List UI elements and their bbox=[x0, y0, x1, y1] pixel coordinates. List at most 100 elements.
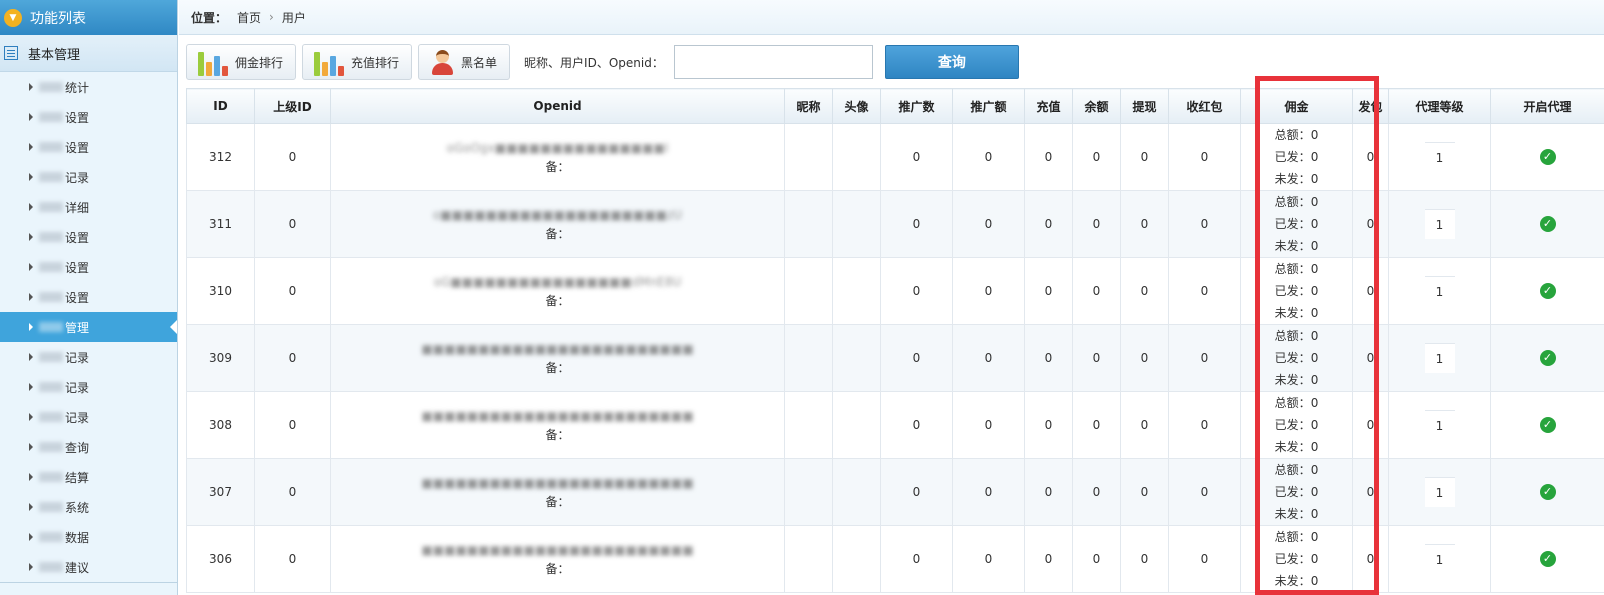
header-avatar[interactable]: 头像 bbox=[832, 88, 881, 124]
sidebar-item[interactable]: 设置 bbox=[0, 252, 177, 282]
caret-right-icon bbox=[29, 263, 33, 271]
cell-promo-count: 0 bbox=[880, 324, 953, 392]
cell-balance: 0 bbox=[1072, 324, 1121, 392]
header-id[interactable]: ID bbox=[186, 88, 255, 124]
sidebar-item[interactable]: 设置 bbox=[0, 132, 177, 162]
cell-promo-count: 0 bbox=[880, 123, 953, 191]
header-withdraw[interactable]: 提现 bbox=[1120, 88, 1169, 124]
sidebar-item[interactable]: 记录 bbox=[0, 162, 177, 192]
agent-level-value[interactable]: 1 bbox=[1424, 544, 1455, 574]
cell-withdraw: 0 bbox=[1120, 190, 1169, 258]
cell-receive-packet: 0 bbox=[1168, 324, 1241, 392]
agent-level-value[interactable]: 1 bbox=[1424, 477, 1455, 507]
commission-rank-button[interactable]: 佣金排行 bbox=[186, 44, 297, 80]
query-button[interactable]: 查询 bbox=[884, 45, 1019, 79]
agent-level-value[interactable]: 1 bbox=[1424, 410, 1455, 440]
sidebar-item-label: 设置 bbox=[65, 290, 90, 305]
caret-right-icon bbox=[29, 173, 33, 181]
check-icon[interactable]: ✓ bbox=[1539, 149, 1556, 165]
sidebar-item[interactable]: 数据 bbox=[0, 522, 177, 552]
sidebar-item[interactable]: 统计 bbox=[0, 72, 177, 102]
agent-level-value[interactable]: 1 bbox=[1424, 343, 1455, 373]
sidebar-item[interactable]: 详细 bbox=[0, 192, 177, 222]
breadcrumb-current: 用户 bbox=[281, 10, 306, 25]
caret-right-icon bbox=[29, 443, 33, 451]
cell-balance: 0 bbox=[1072, 458, 1121, 526]
blacklist-button[interactable]: 黑名单 bbox=[418, 44, 511, 80]
check-icon[interactable]: ✓ bbox=[1539, 216, 1556, 232]
header-nickname[interactable]: 昵称 bbox=[784, 88, 833, 124]
check-icon[interactable]: ✓ bbox=[1539, 484, 1556, 500]
sidebar-item[interactable]: 查询 bbox=[0, 432, 177, 462]
header-agent-level[interactable]: 代理等级 bbox=[1388, 88, 1491, 124]
cell-parent-id: 0 bbox=[254, 525, 331, 593]
header-agent-enabled[interactable]: 开启代理 bbox=[1490, 88, 1604, 124]
sidebar-item[interactable]: 系统 bbox=[0, 492, 177, 522]
sidebar-item[interactable]: 建议 bbox=[0, 552, 177, 582]
breadcrumb-home-link[interactable]: 首页 bbox=[237, 9, 261, 26]
header-balance[interactable]: 余额 bbox=[1072, 88, 1121, 124]
sidebar: ▼ 功能列表 基本管理 统计 设置 设置 记录 详细 设置 设置 设置 管理 记录 记录 记录 查询 结算… bbox=[0, 0, 178, 595]
sidebar-item[interactable]: 结算 bbox=[0, 462, 177, 492]
caret-right-icon bbox=[29, 473, 33, 481]
cell-withdraw: 0 bbox=[1120, 391, 1169, 459]
header-parent-id[interactable]: 上级ID bbox=[254, 88, 331, 124]
agent-level-value[interactable]: 1 bbox=[1424, 142, 1455, 172]
caret-right-icon bbox=[29, 563, 33, 571]
check-icon[interactable]: ✓ bbox=[1539, 551, 1556, 567]
redacted-text bbox=[39, 322, 63, 332]
search-input[interactable] bbox=[673, 45, 873, 79]
toolbar: 佣金排行 充值排行 黑名单 昵称、用户ID、Openid： 查询 bbox=[186, 44, 1019, 80]
sidebar-item[interactable]: 记录 bbox=[0, 372, 177, 402]
openid-value: ■■■■■■■■■■■■■■■■■■■■■■■■ bbox=[421, 476, 694, 490]
cell-agent-level: 1 bbox=[1388, 123, 1491, 191]
cell-avatar bbox=[832, 525, 881, 593]
sidebar-item-label: 设置 bbox=[65, 140, 90, 155]
cell-openid: ■■■■■■■■■■■■■■■■■■■■■■■■ 备： bbox=[330, 458, 785, 526]
header-promo-amount[interactable]: 推广额 bbox=[952, 88, 1025, 124]
sidebar-item[interactable]: 设置 bbox=[0, 282, 177, 312]
recharge-rank-button[interactable]: 充值排行 bbox=[302, 44, 413, 80]
cell-receive-packet: 0 bbox=[1168, 391, 1241, 459]
header-receive-packet[interactable]: 收红包 bbox=[1168, 88, 1241, 124]
cell-receive-packet: 0 bbox=[1168, 525, 1241, 593]
check-icon[interactable]: ✓ bbox=[1539, 283, 1556, 299]
check-icon[interactable]: ✓ bbox=[1539, 417, 1556, 433]
sidebar-item[interactable]: 记录 bbox=[0, 342, 177, 372]
sidebar-header[interactable]: ▼ 功能列表 bbox=[0, 0, 177, 35]
cell-agent-level: 1 bbox=[1388, 458, 1491, 526]
cell-parent-id: 0 bbox=[254, 257, 331, 325]
caret-right-icon bbox=[29, 383, 33, 391]
caret-right-icon bbox=[29, 113, 33, 121]
cell-nickname bbox=[784, 458, 833, 526]
cell-avatar bbox=[832, 257, 881, 325]
cell-receive-packet: 0 bbox=[1168, 123, 1241, 191]
check-icon[interactable]: ✓ bbox=[1539, 350, 1556, 366]
redacted-text bbox=[39, 232, 63, 242]
header-promo-count[interactable]: 推广数 bbox=[880, 88, 953, 124]
table-row: 308 0 ■■■■■■■■■■■■■■■■■■■■■■■■ 备： 0 0 0 0 0 0 总额：0… bbox=[186, 391, 1604, 459]
list-icon bbox=[4, 46, 18, 60]
header-recharge[interactable]: 充值 bbox=[1024, 88, 1073, 124]
cell-balance: 0 bbox=[1072, 257, 1121, 325]
sidebar-item-label: 数据 bbox=[65, 530, 90, 545]
cell-openid: oGoOgx■■■■■■■■■■■■■■■I 备： bbox=[330, 123, 785, 191]
redacted-text bbox=[39, 352, 63, 362]
agent-level-value[interactable]: 1 bbox=[1424, 276, 1455, 306]
sidebar-item[interactable]: 管理 bbox=[0, 312, 177, 342]
cell-agent-enabled: ✓ bbox=[1490, 458, 1604, 526]
cell-agent-level: 1 bbox=[1388, 257, 1491, 325]
breadcrumb-label: 位置： bbox=[191, 10, 228, 25]
cell-withdraw: 0 bbox=[1120, 458, 1169, 526]
redacted-text bbox=[39, 382, 63, 392]
sidebar-group-basic[interactable]: 基本管理 bbox=[0, 35, 177, 72]
cell-recharge: 0 bbox=[1024, 324, 1073, 392]
sidebar-item[interactable]: 设置 bbox=[0, 102, 177, 132]
sidebar-item[interactable]: 设置 bbox=[0, 222, 177, 252]
sidebar-item[interactable]: 记录 bbox=[0, 402, 177, 432]
cell-receive-packet: 0 bbox=[1168, 190, 1241, 258]
caret-right-icon bbox=[29, 143, 33, 151]
agent-level-value[interactable]: 1 bbox=[1424, 209, 1455, 239]
sidebar-footer-group[interactable] bbox=[0, 582, 177, 595]
header-openid[interactable]: Openid bbox=[330, 88, 785, 124]
